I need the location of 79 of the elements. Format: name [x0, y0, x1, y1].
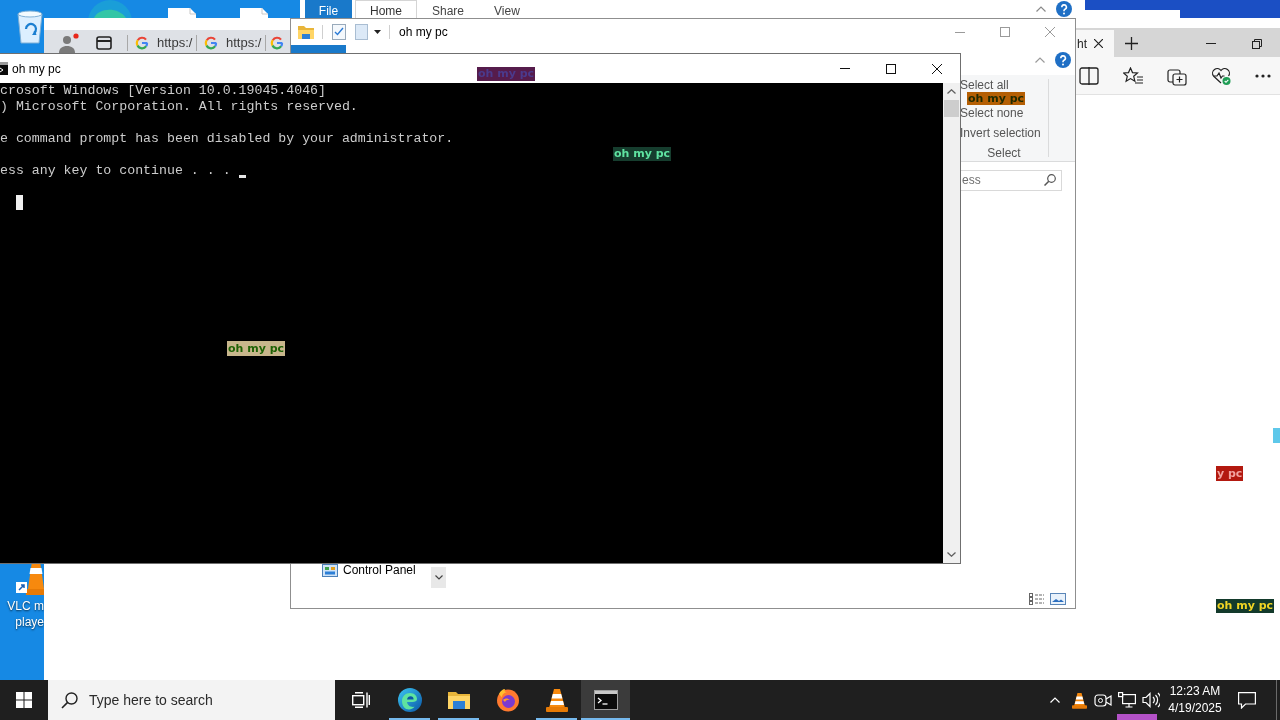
heart-pulse-icon[interactable] [1211, 66, 1231, 85]
taskbar-app[interactable] [581, 680, 630, 720]
ribbon-command[interactable]: Select all [960, 78, 1009, 92]
swirl-logo-icon [397, 688, 422, 712]
minimize-icon [954, 31, 965, 33]
maximize-icon [886, 63, 896, 74]
caret-icon[interactable] [374, 30, 381, 34]
chevron-down-icon [947, 552, 956, 557]
overlay-label: oh my pc [967, 92, 1026, 105]
window-title: oh my pc [12, 60, 61, 78]
ribbon-command[interactable]: Select none [960, 106, 1024, 120]
list-view-icon[interactable] [1029, 592, 1044, 605]
speech-bubble-icon [1238, 691, 1256, 709]
window-title: oh my pc [399, 24, 448, 41]
ribbon-tab-edge [291, 45, 346, 53]
scrollbar-thumb[interactable] [944, 100, 959, 117]
more-icon[interactable] [1255, 73, 1271, 78]
overlay-label: oh my pc [477, 67, 536, 81]
browser-tab[interactable]: ht [1076, 30, 1114, 57]
nav-item[interactable]: Control Panel [343, 561, 416, 579]
help-icon[interactable] [1055, 52, 1071, 68]
checklist-icon[interactable] [332, 24, 346, 40]
ribbon-tab[interactable]: View [479, 0, 535, 18]
chevron-up-icon [947, 89, 956, 94]
folder-icon [446, 690, 471, 710]
plus-icon[interactable] [1125, 37, 1138, 50]
help-icon[interactable] [1056, 1, 1072, 17]
ribbon-tab[interactable]: Home [355, 0, 417, 18]
screen-icon [322, 563, 338, 577]
overlay-label: oh my pc [227, 341, 286, 356]
overlay-label: oh my pc [1216, 599, 1275, 613]
cursor-icon [238, 175, 246, 178]
search-icon [61, 692, 78, 709]
minimize-icon [1206, 43, 1216, 44]
close-icon[interactable] [1094, 39, 1103, 48]
close-icon [1044, 27, 1055, 37]
windows-logo-icon [16, 692, 32, 708]
traffic-cone-icon [545, 688, 568, 712]
folder-icon[interactable] [298, 25, 314, 39]
ribbon-tab[interactable]: Share [417, 0, 480, 18]
overlay-label: y pc [1216, 466, 1244, 481]
ribbon-group-label: Select [987, 146, 1021, 160]
restore-icon [1252, 38, 1262, 49]
clock-time[interactable]: 12:23 AM [1169, 683, 1221, 700]
fox-globe-icon [495, 688, 520, 712]
person-icon[interactable] [58, 32, 79, 53]
g-logo-icon [270, 35, 284, 50]
speaker-icon[interactable] [1142, 692, 1160, 708]
g-logo-icon [135, 35, 149, 50]
console-line: ess any key to continue . . . [0, 163, 231, 179]
stacked-windows-icon [351, 692, 370, 708]
search-field[interactable]: ess [960, 169, 1062, 191]
console-line: e command prompt has been disabled by your administrator. [0, 131, 455, 147]
close-icon [932, 63, 942, 74]
clock-date[interactable]: 4/19/2025 [1168, 700, 1222, 717]
browser-tab[interactable]: https:/ [197, 30, 265, 55]
chevron-down-icon [434, 575, 443, 580]
overlay-label: oh my pc [613, 147, 672, 161]
browser-tab[interactable]: https:/ [128, 30, 196, 55]
search-icon [1044, 173, 1056, 186]
video-camera-icon[interactable] [1094, 692, 1112, 708]
traffic-cone-icon [1071, 691, 1087, 709]
terminal-icon [593, 690, 618, 710]
ribbon-command[interactable]: Invert selection [960, 126, 1041, 140]
picture-icon[interactable] [1050, 592, 1066, 605]
ribbon-tab[interactable]: File [305, 0, 352, 18]
monitor-icon[interactable] [1118, 692, 1136, 708]
recycle-bin-icon [16, 8, 44, 44]
console-line: crosoft Windows [Version 10.0.19045.4046] [0, 83, 327, 99]
maximize-icon [999, 27, 1010, 37]
console-line: ) Microsoft Corporation. All rights reserved. [0, 99, 359, 115]
window-icon[interactable] [96, 35, 112, 50]
search-field[interactable]: Type here to search [48, 680, 335, 720]
block-cursor-icon [15, 195, 23, 210]
star-list-icon[interactable] [1123, 67, 1143, 84]
split-screen-icon[interactable] [1079, 66, 1099, 85]
minimize-icon [840, 68, 850, 69]
g-logo-icon [204, 35, 218, 50]
shortcut-label[interactable]: VLC m playe [0, 598, 44, 630]
